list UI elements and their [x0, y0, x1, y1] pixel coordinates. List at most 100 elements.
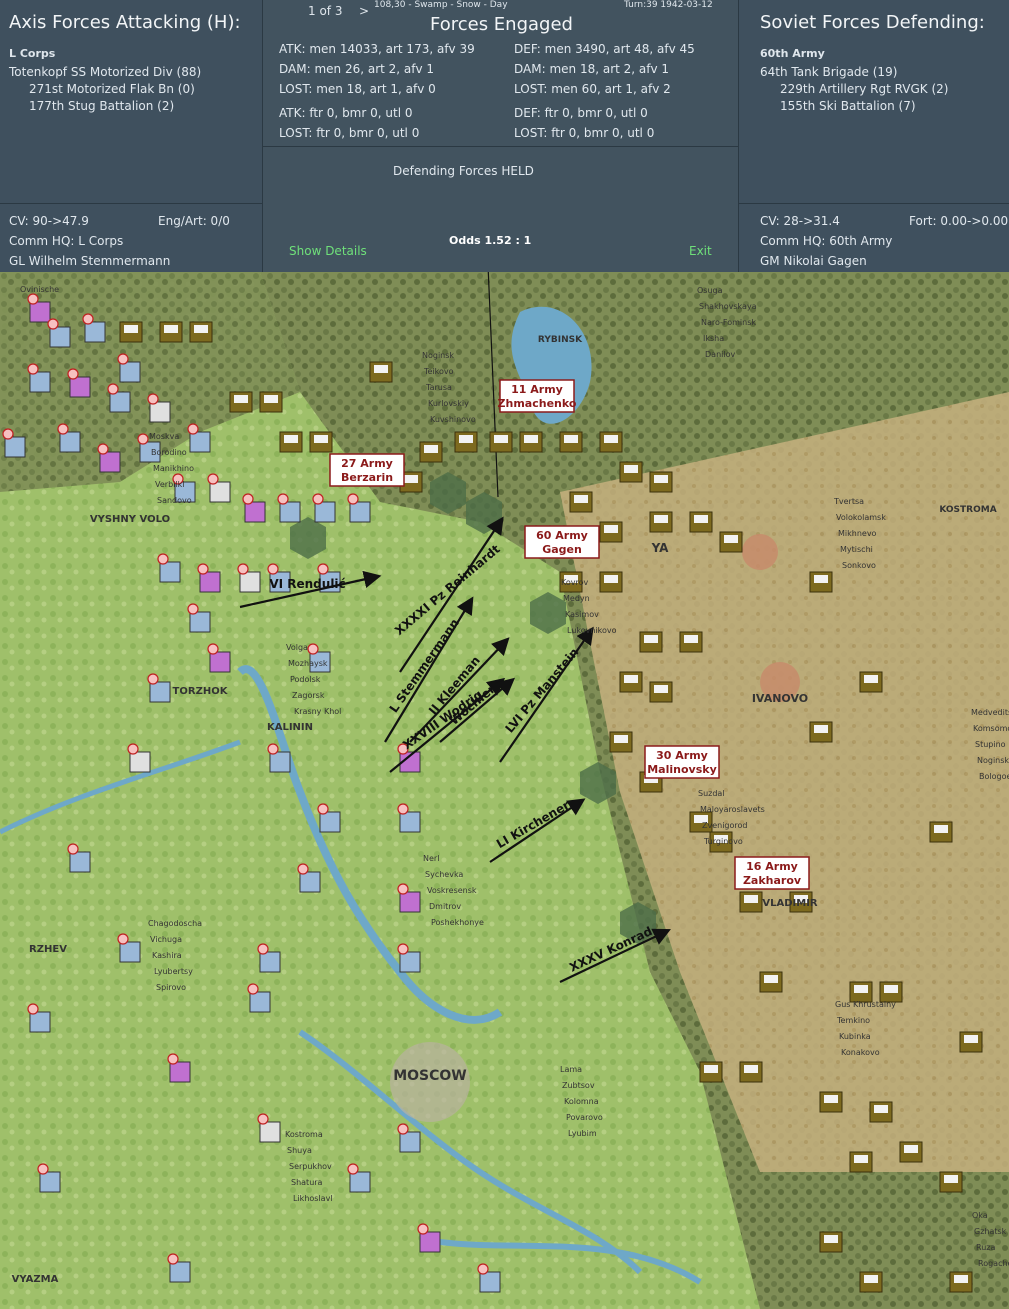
soviet-unit-counter[interactable]: [699, 1061, 723, 1083]
def-damaged: DAM: men 18, art 2, afv 1: [514, 62, 670, 76]
town-label: Naro-Fominsk: [701, 318, 756, 327]
town-label: Medveditsa: [971, 708, 1009, 717]
divider: [739, 203, 1009, 204]
soviet-unit-counter[interactable]: [489, 431, 513, 453]
soviet-unit-counter[interactable]: [809, 721, 833, 743]
soviet-unit-counter[interactable]: [649, 511, 673, 533]
town-label: Ruza: [976, 1243, 995, 1252]
town-label: Iksha: [703, 334, 724, 343]
soviet-unit-counter[interactable]: [679, 631, 703, 653]
soviet-unit-counter[interactable]: [454, 431, 478, 453]
soviet-unit-counter[interactable]: [859, 1271, 883, 1293]
town-label: Zvenigorod: [702, 821, 748, 830]
army-name: 11 Army: [511, 383, 563, 396]
soviet-unit-counter[interactable]: [879, 981, 903, 1003]
soviet-unit-counter[interactable]: [599, 571, 623, 593]
town-label: Medyn: [563, 594, 590, 603]
soviet-unit-counter[interactable]: [739, 1061, 763, 1083]
attacker-comm-hq: Comm HQ: L Corps: [9, 234, 124, 248]
town-label: Shakhovskaya: [699, 302, 757, 311]
soviet-unit-counter[interactable]: [159, 321, 183, 343]
soviet-unit-counter[interactable]: [649, 681, 673, 703]
soviet-unit-counter[interactable]: [619, 671, 643, 693]
soviet-unit-counter[interactable]: [949, 1271, 973, 1293]
town-label: Kovrov: [561, 578, 588, 587]
soviet-unit-counter[interactable]: [939, 1171, 963, 1193]
defender-unit[interactable]: 64th Tank Brigade (19): [760, 65, 897, 79]
town-label: Mozhaysk: [288, 659, 328, 668]
soviet-unit-counter[interactable]: [369, 361, 393, 383]
soviet-unit-counter[interactable]: [819, 1091, 843, 1113]
soviet-unit-counter[interactable]: [689, 511, 713, 533]
soviet-unit-counter[interactable]: [639, 631, 663, 653]
soviet-unit-counter[interactable]: [739, 891, 763, 913]
town-label: Rogachevo: [978, 1259, 1009, 1268]
soviet-unit-counter[interactable]: [259, 391, 283, 413]
town-label: Teikovo: [423, 367, 454, 376]
soviet-unit-counter[interactable]: [609, 731, 633, 753]
soviet-unit-counter[interactable]: [869, 1101, 893, 1123]
defender-cv: CV: 28->31.4: [760, 214, 840, 228]
town-label: Sychevka: [425, 870, 463, 879]
army-label[interactable]: 60 ArmyGagen: [524, 525, 600, 559]
map-canvas[interactable]: VI Rendulić XXXXI Pz ReinhardtL Stemmerma…: [0, 272, 1009, 1309]
next-page-button[interactable]: >: [359, 4, 369, 18]
defender-unit[interactable]: 229th Artillery Rgt RVGK (2): [780, 82, 948, 96]
attacker-leader: GL Wilhelm Stemmermann: [9, 254, 171, 268]
soviet-unit-counter[interactable]: [309, 431, 333, 453]
soviet-unit-counter[interactable]: [519, 431, 543, 453]
exit-button[interactable]: Exit: [689, 244, 712, 258]
soviet-unit-counter[interactable]: [619, 461, 643, 483]
army-name: 27 Army: [341, 457, 393, 470]
attacker-unit[interactable]: 177th Stug Battalion (2): [29, 99, 174, 113]
town-label: Lama: [560, 1065, 582, 1074]
soviet-unit-counter[interactable]: [959, 1031, 983, 1053]
town-label: Noginsk: [422, 351, 454, 360]
city-label: RYBINSK: [538, 335, 583, 345]
soviet-unit-counter[interactable]: [649, 471, 673, 493]
soviet-unit-counter[interactable]: [819, 1231, 843, 1253]
town-label: Verbilki: [155, 480, 184, 489]
soviet-unit-counter[interactable]: [559, 431, 583, 453]
town-label: Oka: [972, 1211, 988, 1220]
soviet-unit-counter[interactable]: [419, 441, 443, 463]
soviet-unit-counter[interactable]: [759, 971, 783, 993]
soviet-unit-counter[interactable]: [849, 1151, 873, 1173]
army-label[interactable]: 11 ArmyZhmachenko: [498, 379, 577, 413]
town-label: Shatura: [291, 1178, 323, 1187]
attacker-unit[interactable]: Totenkopf SS Motorized Div (88): [9, 65, 201, 79]
town-label: Kubinka: [839, 1032, 871, 1041]
town-label: Tarusa: [425, 383, 452, 392]
pager: 1 of 3: [308, 4, 343, 18]
soviet-unit-counter[interactable]: [899, 1141, 923, 1163]
army-name: 16 Army: [746, 860, 798, 873]
soviet-unit-counter[interactable]: [809, 571, 833, 593]
def-air: DEF: ftr 0, bmr 0, utl 0: [514, 106, 648, 120]
soviet-unit-counter[interactable]: [849, 981, 873, 1003]
army-label[interactable]: 16 ArmyZakharov: [734, 856, 810, 890]
soviet-unit-counter[interactable]: [229, 391, 253, 413]
show-details-button[interactable]: Show Details: [289, 244, 367, 258]
soviet-unit-counter[interactable]: [859, 671, 883, 693]
soviet-unit-counter[interactable]: [599, 431, 623, 453]
town-label: Moskva: [149, 432, 179, 441]
yaroslavl-area: [742, 534, 778, 570]
battle-result: Defending Forces HELD: [393, 164, 534, 178]
soviet-unit-counter[interactable]: [719, 531, 743, 553]
attacker-unit[interactable]: 271st Motorized Flak Bn (0): [29, 82, 195, 96]
soviet-unit-counter[interactable]: [189, 321, 213, 343]
defender-unit[interactable]: 155th Ski Battalion (7): [780, 99, 916, 113]
soviet-unit-counter[interactable]: [279, 431, 303, 453]
town-label: Maloyaroslavets: [700, 805, 765, 814]
strategic-map[interactable]: VI Rendulić XXXXI Pz Reinhardt L Stemmerma…: [0, 272, 1009, 1309]
army-label[interactable]: 30 ArmyMalinovsky: [644, 745, 720, 779]
town-label: Serpukhov: [289, 1162, 332, 1171]
soviet-unit-counter[interactable]: [599, 521, 623, 543]
town-label: Mytischi: [840, 545, 873, 554]
army-label[interactable]: 27 ArmyBerzarin: [329, 453, 405, 487]
soviet-unit-counter[interactable]: [929, 821, 953, 843]
soviet-unit-counter[interactable]: [569, 491, 593, 513]
attacker-eng-art: Eng/Art: 0/0: [158, 214, 230, 228]
town-label: Chagodoscha: [148, 919, 202, 928]
soviet-unit-counter[interactable]: [119, 321, 143, 343]
